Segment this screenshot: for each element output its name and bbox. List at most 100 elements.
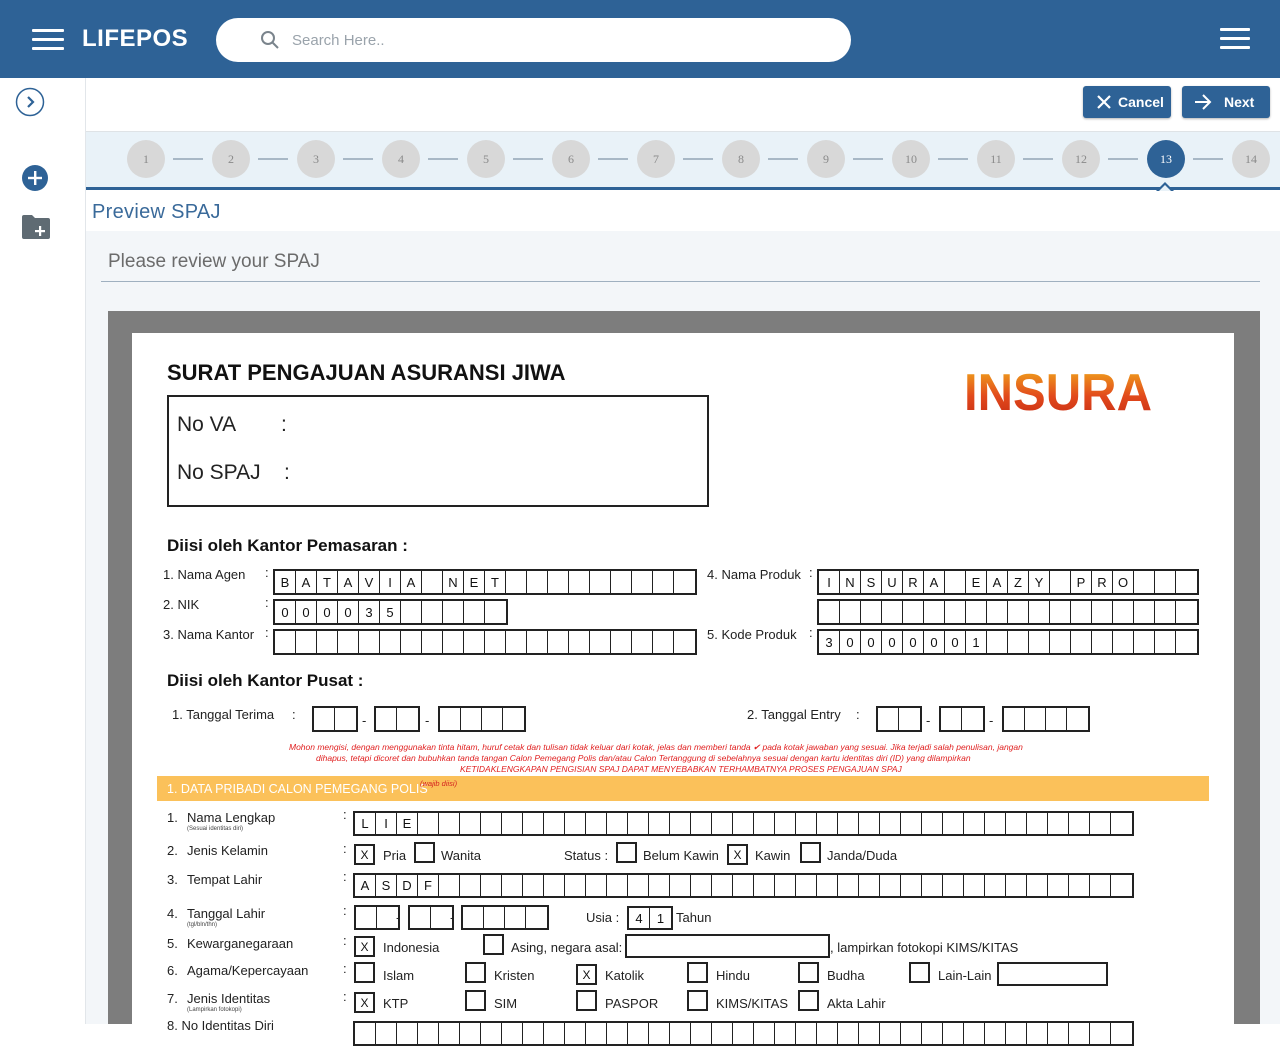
char-box bbox=[418, 1023, 439, 1044]
step-1[interactable]: 1 bbox=[127, 140, 165, 178]
char-box bbox=[1027, 1023, 1048, 1044]
char-box bbox=[1029, 601, 1050, 623]
char-box bbox=[901, 875, 922, 896]
kims-note: , lampirkan fotokopi KIMS/KITAS bbox=[830, 940, 1019, 955]
char-box bbox=[544, 875, 565, 896]
char-box bbox=[422, 631, 443, 653]
step-connector bbox=[343, 158, 373, 160]
char-box: 0 bbox=[882, 631, 903, 653]
char-box bbox=[1027, 813, 1048, 834]
id-number-boxes bbox=[353, 1021, 1134, 1046]
step-3[interactable]: 3 bbox=[297, 140, 335, 178]
char-box bbox=[1134, 571, 1155, 593]
char-box bbox=[712, 875, 733, 896]
cancel-button[interactable]: Cancel bbox=[1083, 86, 1171, 118]
add-folder-icon[interactable] bbox=[21, 214, 51, 240]
char-box: A bbox=[401, 571, 422, 593]
char-box: A bbox=[987, 571, 1008, 593]
colon: : bbox=[284, 461, 290, 484]
step-6[interactable]: 6 bbox=[552, 140, 590, 178]
received-month-boxes bbox=[374, 706, 420, 732]
char-box bbox=[653, 631, 674, 653]
char-box bbox=[859, 813, 880, 834]
char-box: U bbox=[882, 571, 903, 593]
date-box bbox=[356, 907, 377, 928]
char-box bbox=[945, 571, 966, 593]
entry-day-boxes bbox=[876, 706, 922, 732]
document-viewer[interactable]: SURAT PENGAJUAN ASURANSI JIWA INSURA No … bbox=[108, 311, 1260, 1046]
va-spaj-box: No VA : No SPAJ : bbox=[167, 395, 709, 507]
step-connector bbox=[513, 158, 543, 160]
step-11[interactable]: 11 bbox=[977, 140, 1015, 178]
char-box bbox=[691, 813, 712, 834]
step-13[interactable]: 13 bbox=[1147, 140, 1185, 178]
step-2[interactable]: 2 bbox=[212, 140, 250, 178]
add-circle-icon[interactable] bbox=[21, 164, 49, 192]
char-box bbox=[338, 631, 359, 653]
entry-label: 2. Tanggal Entry bbox=[747, 707, 841, 722]
budha-label: Budha bbox=[827, 968, 865, 983]
entry-month-boxes bbox=[939, 706, 985, 732]
other-religion-box bbox=[997, 962, 1108, 986]
indonesia-label: Indonesia bbox=[383, 940, 440, 955]
next-button[interactable]: Next bbox=[1182, 86, 1270, 118]
expand-sidebar-icon[interactable] bbox=[15, 87, 45, 117]
doc-title: SURAT PENGAJUAN ASURANSI JIWA bbox=[167, 360, 566, 385]
char-box bbox=[1176, 571, 1197, 593]
char-box bbox=[775, 875, 796, 896]
years-label: Tahun bbox=[676, 910, 712, 925]
step-4[interactable]: 4 bbox=[382, 140, 420, 178]
cancel-label: Cancel bbox=[1118, 94, 1164, 110]
char-box: P bbox=[1071, 571, 1092, 593]
step-10[interactable]: 10 bbox=[892, 140, 930, 178]
char-box: I bbox=[819, 571, 840, 593]
step-connector bbox=[768, 158, 798, 160]
colon: : bbox=[856, 707, 860, 722]
char-box bbox=[485, 601, 506, 623]
char-box: Z bbox=[1008, 571, 1029, 593]
step-5[interactable]: 5 bbox=[467, 140, 505, 178]
note-line-2: dihapus, tetapi dicoret dan bubuhkan tan… bbox=[316, 753, 971, 763]
char-box bbox=[775, 1023, 796, 1044]
char-box bbox=[1006, 813, 1027, 834]
char-box bbox=[670, 875, 691, 896]
birthplace-label: Tempat Lahir bbox=[187, 872, 263, 887]
hindu-label: Hindu bbox=[716, 968, 750, 983]
date-box bbox=[431, 907, 452, 928]
search-input[interactable] bbox=[292, 29, 812, 51]
char-box bbox=[1155, 601, 1176, 623]
char-box bbox=[481, 813, 502, 834]
char-box bbox=[1090, 875, 1111, 896]
char-box: 0 bbox=[945, 631, 966, 653]
char-box bbox=[1111, 1023, 1132, 1044]
content-area: Please review your SPAJ SURAT PENGAJUAN … bbox=[86, 231, 1280, 1046]
step-9[interactable]: 9 bbox=[807, 140, 845, 178]
colon: : bbox=[809, 565, 813, 580]
male-checkbox: X bbox=[354, 844, 375, 865]
date-box bbox=[1046, 708, 1067, 730]
char-box bbox=[439, 1023, 460, 1044]
char-box: S bbox=[861, 571, 882, 593]
field-num: 7. bbox=[167, 991, 178, 1006]
step-14[interactable]: 14 bbox=[1232, 140, 1270, 178]
char-box bbox=[859, 875, 880, 896]
product-boxes: INSURAEAZYPRO bbox=[817, 569, 1199, 595]
options-menu-icon[interactable] bbox=[1220, 27, 1250, 51]
char-box bbox=[712, 1023, 733, 1044]
date-box bbox=[410, 907, 431, 928]
search-bar bbox=[216, 18, 851, 62]
char-box: 0 bbox=[317, 601, 338, 623]
product-extra-boxes bbox=[817, 599, 1199, 625]
char-box bbox=[523, 875, 544, 896]
char-box bbox=[880, 875, 901, 896]
step-7[interactable]: 7 bbox=[637, 140, 675, 178]
step-connector bbox=[1108, 158, 1138, 160]
received-day-boxes bbox=[312, 706, 358, 732]
menu-icon[interactable] bbox=[32, 28, 64, 52]
char-box bbox=[502, 1023, 523, 1044]
char-box: A bbox=[355, 875, 376, 896]
step-12[interactable]: 12 bbox=[1062, 140, 1100, 178]
char-box bbox=[565, 875, 586, 896]
char-box bbox=[903, 601, 924, 623]
step-8[interactable]: 8 bbox=[722, 140, 760, 178]
